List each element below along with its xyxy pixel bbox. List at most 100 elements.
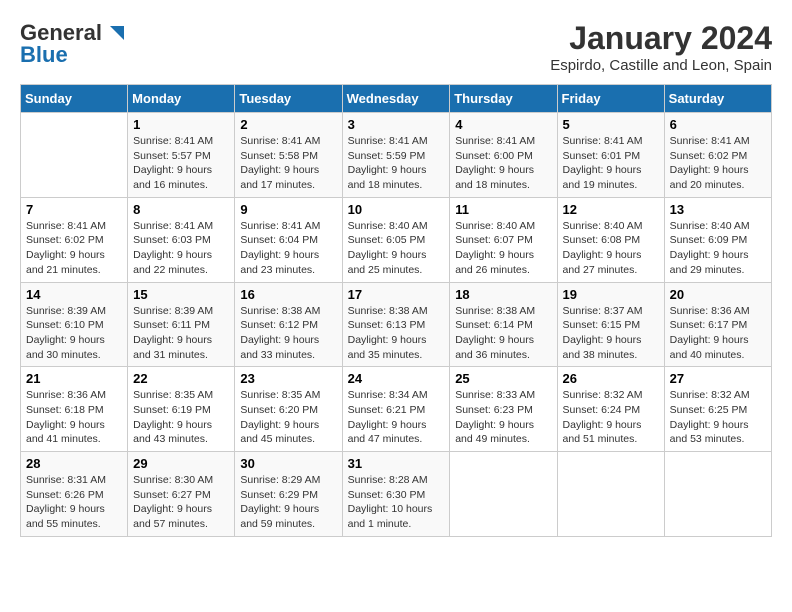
- day-cell: 1Sunrise: 8:41 AMSunset: 5:57 PMDaylight…: [128, 113, 235, 198]
- day-info: Sunrise: 8:37 AMSunset: 6:15 PMDaylight:…: [563, 304, 659, 363]
- day-info: Sunrise: 8:38 AMSunset: 6:13 PMDaylight:…: [348, 304, 445, 363]
- day-cell: 13Sunrise: 8:40 AMSunset: 6:09 PMDayligh…: [664, 197, 771, 282]
- day-cell: 10 Sunrise: 8:40 AMSunset: 6:05 PMDayligh…: [342, 197, 450, 282]
- week-row-3: 14 Sunrise: 8:39 AMSunset: 6:10 PMDayligh…: [21, 282, 772, 367]
- day-number: 23: [240, 371, 336, 386]
- day-info: Sunrise: 8:35 AMSunset: 6:19 PMDaylight:…: [133, 388, 229, 447]
- calendar-table: SundayMondayTuesdayWednesdayThursdayFrid…: [20, 84, 772, 537]
- day-info: Sunrise: 8:40 AMSunset: 6:09 PMDaylight:…: [670, 219, 766, 278]
- day-info: Sunrise: 8:39 AMSunset: 6:11 PMDaylight:…: [133, 304, 229, 363]
- day-number: 29: [133, 456, 229, 471]
- day-cell: 17 Sunrise: 8:38 AMSunset: 6:13 PMDayligh…: [342, 282, 450, 367]
- day-info: Sunrise: 8:36 AMSunset: 6:18 PMDaylight:…: [26, 388, 122, 447]
- day-info: Sunrise: 8:41 AMSunset: 6:01 PMDaylight:…: [563, 134, 659, 193]
- day-number: 10: [348, 202, 445, 217]
- day-cell: 23 Sunrise: 8:35 AMSunset: 6:20 PMDayligh…: [235, 367, 342, 452]
- weekday-header-tuesday: Tuesday: [235, 85, 342, 113]
- weekday-header-monday: Monday: [128, 85, 235, 113]
- day-number: 18: [455, 287, 551, 302]
- day-cell: 14 Sunrise: 8:39 AMSunset: 6:10 PMDayligh…: [21, 282, 128, 367]
- day-number: 12: [563, 202, 659, 217]
- weekday-header-row: SundayMondayTuesdayWednesdayThursdayFrid…: [21, 85, 772, 113]
- day-number: 1: [133, 117, 229, 132]
- day-number: 21: [26, 371, 122, 386]
- week-row-4: 21 Sunrise: 8:36 AMSunset: 6:18 PMDayligh…: [21, 367, 772, 452]
- day-cell: 15 Sunrise: 8:39 AMSunset: 6:11 PMDayligh…: [128, 282, 235, 367]
- day-number: 31: [348, 456, 445, 471]
- day-number: 15: [133, 287, 229, 302]
- day-number: 9: [240, 202, 336, 217]
- day-number: 26: [563, 371, 659, 386]
- day-info: Sunrise: 8:41 AMSunset: 6:03 PMDaylight:…: [133, 219, 229, 278]
- day-number: 3: [348, 117, 445, 132]
- day-cell: 9 Sunrise: 8:41 AMSunset: 6:04 PMDaylight…: [235, 197, 342, 282]
- day-info: Sunrise: 8:32 AMSunset: 6:24 PMDaylight:…: [563, 388, 659, 447]
- day-cell: 25Sunrise: 8:33 AMSunset: 6:23 PMDayligh…: [450, 367, 557, 452]
- day-cell: [450, 452, 557, 537]
- day-number: 5: [563, 117, 659, 132]
- day-cell: 21 Sunrise: 8:36 AMSunset: 6:18 PMDayligh…: [21, 367, 128, 452]
- weekday-header-thursday: Thursday: [450, 85, 557, 113]
- day-number: 7: [26, 202, 122, 217]
- week-row-1: 1Sunrise: 8:41 AMSunset: 5:57 PMDaylight…: [21, 113, 772, 198]
- weekday-header-friday: Friday: [557, 85, 664, 113]
- day-info: Sunrise: 8:28 AMSunset: 6:30 PMDaylight:…: [348, 473, 445, 532]
- day-info: Sunrise: 8:30 AMSunset: 6:27 PMDaylight:…: [133, 473, 229, 532]
- day-number: 11: [455, 202, 551, 217]
- logo-blue: Blue: [20, 42, 68, 68]
- day-cell: 3Sunrise: 8:41 AMSunset: 5:59 PMDaylight…: [342, 113, 450, 198]
- logo: General Blue: [20, 20, 126, 68]
- week-row-2: 7Sunrise: 8:41 AMSunset: 6:02 PMDaylight…: [21, 197, 772, 282]
- day-number: 8: [133, 202, 229, 217]
- day-info: Sunrise: 8:35 AMSunset: 6:20 PMDaylight:…: [240, 388, 336, 447]
- day-cell: 22 Sunrise: 8:35 AMSunset: 6:19 PMDayligh…: [128, 367, 235, 452]
- day-info: Sunrise: 8:40 AMSunset: 6:08 PMDaylight:…: [563, 219, 659, 278]
- day-info: Sunrise: 8:38 AMSunset: 6:12 PMDaylight:…: [240, 304, 336, 363]
- day-cell: 5 Sunrise: 8:41 AMSunset: 6:01 PMDaylight…: [557, 113, 664, 198]
- day-info: Sunrise: 8:39 AMSunset: 6:10 PMDaylight:…: [26, 304, 122, 363]
- day-cell: [664, 452, 771, 537]
- day-info: Sunrise: 8:36 AMSunset: 6:17 PMDaylight:…: [670, 304, 766, 363]
- day-cell: 24 Sunrise: 8:34 AMSunset: 6:21 PMDayligh…: [342, 367, 450, 452]
- day-info: Sunrise: 8:41 AMSunset: 5:58 PMDaylight:…: [240, 134, 336, 193]
- day-number: 14: [26, 287, 122, 302]
- day-cell: 27Sunrise: 8:32 AMSunset: 6:25 PMDayligh…: [664, 367, 771, 452]
- day-cell: [557, 452, 664, 537]
- day-number: 17: [348, 287, 445, 302]
- day-number: 19: [563, 287, 659, 302]
- day-cell: 2 Sunrise: 8:41 AMSunset: 5:58 PMDaylight…: [235, 113, 342, 198]
- day-cell: 12 Sunrise: 8:40 AMSunset: 6:08 PMDayligh…: [557, 197, 664, 282]
- weekday-header-saturday: Saturday: [664, 85, 771, 113]
- day-cell: 19 Sunrise: 8:37 AMSunset: 6:15 PMDayligh…: [557, 282, 664, 367]
- day-cell: 4Sunrise: 8:41 AMSunset: 6:00 PMDaylight…: [450, 113, 557, 198]
- day-info: Sunrise: 8:41 AMSunset: 6:04 PMDaylight:…: [240, 219, 336, 278]
- day-number: 2: [240, 117, 336, 132]
- weekday-header-wednesday: Wednesday: [342, 85, 450, 113]
- day-info: Sunrise: 8:41 AMSunset: 6:00 PMDaylight:…: [455, 134, 551, 193]
- day-info: Sunrise: 8:34 AMSunset: 6:21 PMDaylight:…: [348, 388, 445, 447]
- day-info: Sunrise: 8:40 AMSunset: 6:07 PMDaylight:…: [455, 219, 551, 278]
- logo-triangle-icon: [104, 22, 126, 44]
- day-cell: 7Sunrise: 8:41 AMSunset: 6:02 PMDaylight…: [21, 197, 128, 282]
- day-info: Sunrise: 8:38 AMSunset: 6:14 PMDaylight:…: [455, 304, 551, 363]
- day-info: Sunrise: 8:29 AMSunset: 6:29 PMDaylight:…: [240, 473, 336, 532]
- day-cell: 28Sunrise: 8:31 AMSunset: 6:26 PMDayligh…: [21, 452, 128, 537]
- day-number: 6: [670, 117, 766, 132]
- day-number: 27: [670, 371, 766, 386]
- day-number: 30: [240, 456, 336, 471]
- title-area: January 2024 Espirdo, Castille and Leon,…: [550, 20, 772, 74]
- day-number: 24: [348, 371, 445, 386]
- week-row-5: 28Sunrise: 8:31 AMSunset: 6:26 PMDayligh…: [21, 452, 772, 537]
- day-number: 16: [240, 287, 336, 302]
- day-number: 25: [455, 371, 551, 386]
- day-cell: 31 Sunrise: 8:28 AMSunset: 6:30 PMDayligh…: [342, 452, 450, 537]
- location-subtitle: Espirdo, Castille and Leon, Spain: [550, 57, 772, 74]
- day-info: Sunrise: 8:40 AMSunset: 6:05 PMDaylight:…: [348, 219, 445, 278]
- day-number: 22: [133, 371, 229, 386]
- day-cell: 18 Sunrise: 8:38 AMSunset: 6:14 PMDayligh…: [450, 282, 557, 367]
- day-cell: 29 Sunrise: 8:30 AMSunset: 6:27 PMDayligh…: [128, 452, 235, 537]
- weekday-header-sunday: Sunday: [21, 85, 128, 113]
- day-cell: 30 Sunrise: 8:29 AMSunset: 6:29 PMDayligh…: [235, 452, 342, 537]
- day-cell: 16 Sunrise: 8:38 AMSunset: 6:12 PMDayligh…: [235, 282, 342, 367]
- day-cell: 26 Sunrise: 8:32 AMSunset: 6:24 PMDayligh…: [557, 367, 664, 452]
